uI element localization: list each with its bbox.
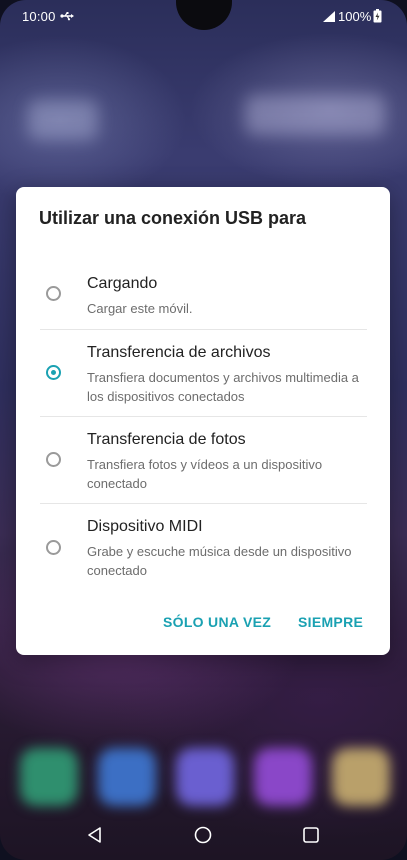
- blurred-dock-phone: [20, 748, 78, 806]
- back-icon[interactable]: [86, 826, 104, 844]
- navigation-bar: [0, 812, 407, 860]
- usb-icon: [60, 12, 74, 21]
- option-subtitle: Grabe y escuche música desde un disposit…: [87, 544, 352, 578]
- status-time: 10:00: [22, 9, 56, 24]
- radio-dispositivo-midi[interactable]: [46, 540, 61, 555]
- status-bar: 10:00 100%: [0, 0, 407, 34]
- blurred-dock-messages: [98, 748, 156, 806]
- dialog-title: Utilizar una conexión USB para: [39, 208, 307, 228]
- home-icon[interactable]: [194, 826, 212, 844]
- radio-transferencia-archivos[interactable]: [46, 365, 61, 380]
- option-title: Transferencia de fotos: [87, 431, 246, 448]
- radio-cargando[interactable]: [46, 286, 61, 301]
- option-dispositivo-midi[interactable]: Dispositivo MIDI Grabe y escuche música …: [16, 504, 390, 590]
- camera-notch: [176, 0, 232, 30]
- battery-percent: 100%: [338, 9, 372, 24]
- blurred-widget-left: [28, 100, 98, 140]
- option-title: Cargando: [87, 275, 158, 292]
- option-subtitle: Cargar este móvil.: [87, 301, 193, 316]
- always-button[interactable]: SIEMPRE: [298, 614, 363, 630]
- option-subtitle: Transfiera documentos y archivos multime…: [87, 370, 359, 404]
- signal-icon: [323, 11, 335, 22]
- blurred-dock-browser: [176, 748, 234, 806]
- option-cargando[interactable]: Cargando Cargar este móvil.: [16, 267, 390, 329]
- blurred-dock-app: [254, 748, 312, 806]
- recent-apps-icon[interactable]: [302, 826, 320, 844]
- option-subtitle: Transfiera fotos y vídeos a un dispositi…: [87, 457, 323, 491]
- blurred-dock-gallery: [332, 748, 390, 806]
- option-transferencia-archivos[interactable]: Transferencia de archivos Transfiera doc…: [16, 330, 390, 416]
- blurred-widget-right: [245, 95, 385, 135]
- option-title: Transferencia de archivos: [87, 344, 271, 361]
- option-title: Dispositivo MIDI: [87, 518, 203, 535]
- usb-connection-dialog: Utilizar una conexión USB para Cargando …: [16, 187, 390, 655]
- option-transferencia-fotos[interactable]: Transferencia de fotos Transfiera fotos …: [16, 417, 390, 503]
- just-once-button[interactable]: SÓLO UNA VEZ: [163, 614, 271, 630]
- phone-screen: 10:00 100% Utilizar una conexión USB par…: [0, 0, 407, 860]
- radio-transferencia-fotos[interactable]: [46, 452, 61, 467]
- battery-icon: [373, 9, 382, 23]
